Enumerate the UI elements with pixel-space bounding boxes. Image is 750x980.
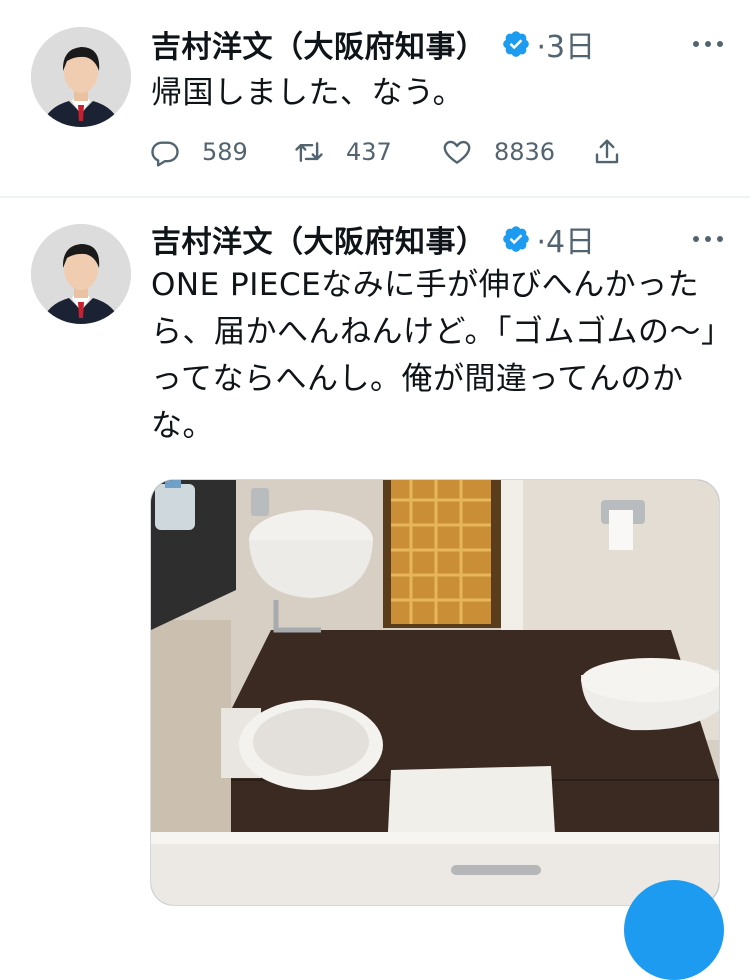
like-count: 8836 xyxy=(494,138,556,166)
timestamp[interactable]: ·4日 xyxy=(537,217,596,261)
retweet-button[interactable]: 437 xyxy=(294,134,392,170)
tweet[interactable]: 吉村洋文（大阪府知事） ·4日 ONE PIECEなみに手が伸びへんかったら、届… xyxy=(0,198,750,916)
action-bar: 589 437 8836 xyxy=(150,134,630,170)
retweet-count: 437 xyxy=(346,138,392,166)
tweet-header: 吉村洋文（大阪府知事） ·3日 xyxy=(151,20,726,68)
more-icon[interactable] xyxy=(690,229,726,249)
tweet-photo[interactable] xyxy=(150,479,720,906)
retweet-icon xyxy=(295,142,323,162)
like-icon xyxy=(443,140,471,164)
reply-count: 589 xyxy=(202,138,248,166)
tweet-header: 吉村洋文（大阪府知事） ·4日 xyxy=(151,215,726,263)
timestamp[interactable]: ·3日 xyxy=(537,22,596,66)
tweet[interactable]: 吉村洋文（大阪府知事） ·3日 帰国しました、なう。 589 437 8836 xyxy=(0,0,750,196)
tweet-text: 帰国しました、なう。 xyxy=(151,75,465,111)
like-button[interactable]: 8836 xyxy=(442,134,555,170)
tweet-text: ONE PIECEなみに手が伸びへんかったら、届かへんねんけど。「ゴムゴムの〜」… xyxy=(151,267,717,444)
more-icon[interactable] xyxy=(690,34,726,54)
verified-badge-icon xyxy=(502,31,529,57)
reply-icon xyxy=(151,141,179,167)
avatar[interactable] xyxy=(31,224,131,324)
author-name[interactable]: 吉村洋文（大阪府知事） xyxy=(151,217,487,261)
verified-badge-icon xyxy=(502,226,529,252)
author-name[interactable]: 吉村洋文（大阪府知事） xyxy=(151,22,487,66)
compose-button[interactable] xyxy=(624,880,724,980)
avatar[interactable] xyxy=(31,27,131,127)
share-icon xyxy=(595,139,619,164)
reply-button[interactable]: 589 xyxy=(150,134,248,170)
share-button[interactable] xyxy=(592,134,622,170)
